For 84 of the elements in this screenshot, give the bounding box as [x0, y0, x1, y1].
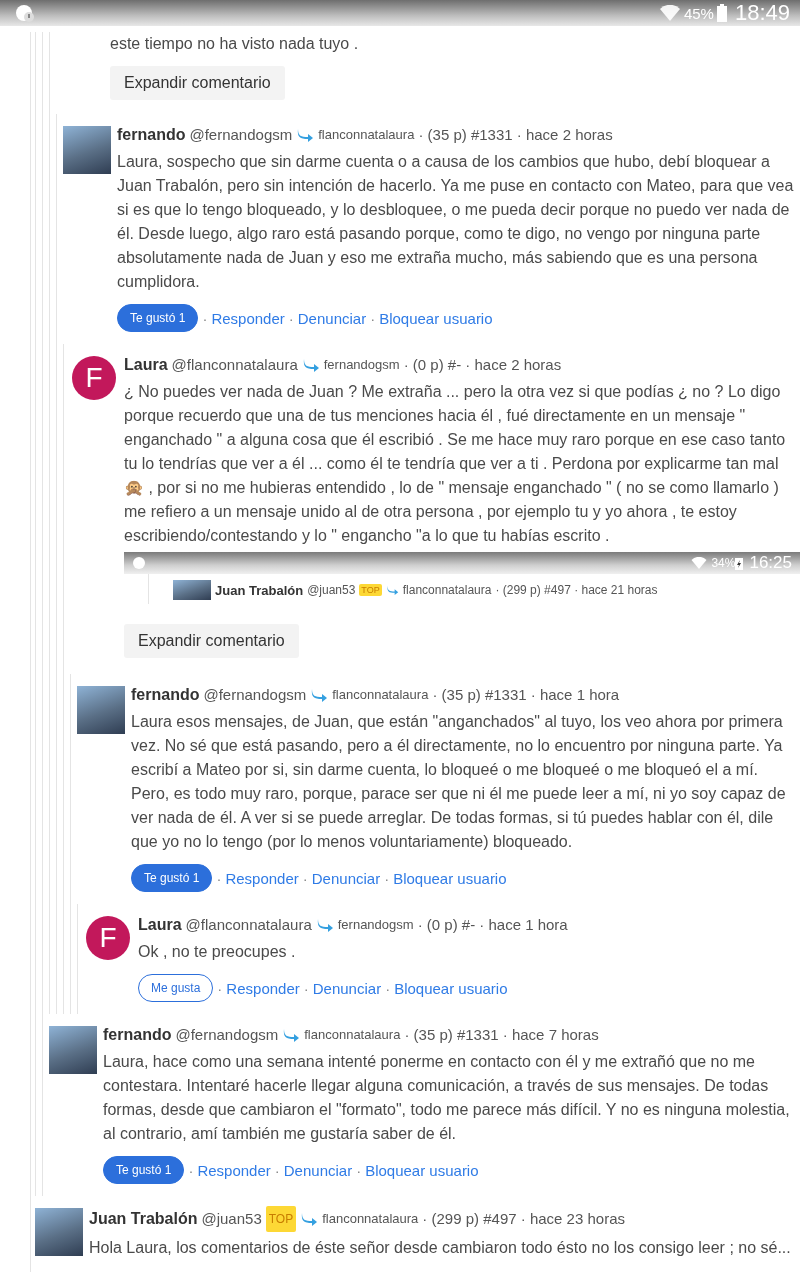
- separator-dot: ·: [356, 1161, 362, 1179]
- reply-to-user[interactable]: flanconnatalaura: [318, 124, 415, 146]
- action-link[interactable]: Bloquear usuario: [379, 309, 493, 327]
- reply-to-user[interactable]: flanconnatalaura: [322, 1208, 419, 1230]
- expand-comment-button[interactable]: Expandir comentario: [110, 66, 285, 100]
- user-handle: @juan53: [201, 1209, 262, 1229]
- user-handle: @flanconnatalaura: [185, 915, 312, 935]
- comment-meta: · (35 p) #1331 · hace 2 horas: [418, 125, 613, 145]
- comment-text: Laura, sospecho que sin darme cuenta o a causa de los cambios que hubo, debí bloquear a Juan Trabalón, pero sin intención de hacerlo. Ya me puse en contacto con Mateo, para que vea si es que lo tengo bloqueado, y lo desbloquee, o me pueda decir porque no puedo ver nada de él. Desde luego, algo raro está pasando porque, como te digo, no vengo por ninguna parte absolutamente nada de Juan y eso me extraña mucho, más sabiendo que es una persona cumplidora.: [117, 152, 795, 292]
- like-button[interactable]: Me gusta: [138, 974, 214, 1002]
- user-handle: @juan53: [307, 583, 356, 597]
- avatar-photo: [173, 580, 211, 600]
- avatar-photo: [49, 1026, 97, 1074]
- separator-dot: ·: [274, 1161, 280, 1179]
- notification-icon: [132, 556, 148, 570]
- reply-to-user[interactable]: fernandogsm: [337, 914, 414, 936]
- action-link[interactable]: Responder: [226, 979, 300, 997]
- action-link[interactable]: Bloquear usuario: [393, 869, 507, 887]
- battery-icon: [716, 4, 727, 22]
- comment-meta: · (299 p) #497 · hace 21 horas: [495, 583, 658, 597]
- separator-dot: ·: [303, 979, 309, 997]
- user-handle: @fernandogsm: [203, 685, 307, 705]
- action-link[interactable]: Denunciar: [312, 979, 382, 997]
- clock-time: 16:25: [749, 553, 792, 573]
- author-name[interactable]: Laura: [138, 914, 182, 936]
- separator-dot: ·: [302, 869, 308, 887]
- user-handle: @flanconnatalaura: [171, 355, 298, 375]
- letter-avatar: F: [86, 916, 130, 960]
- user-handle: @fernandogsm: [189, 125, 293, 145]
- clock-time: 18:49: [734, 0, 790, 26]
- separator-dot: ·: [288, 309, 294, 327]
- comment-text: Laura, hace como una semana intenté ponerme en contacto con él y me extrañó que no me contestara. Intentaré hacerle llegar alguna comunicación, a través de sus mensajes. De todas formas, desde que cambiaron el "formato", todo me parece más difícil. Y no es ninguna molestia, al contrario, amí también me gustaría saber de él.: [103, 1052, 791, 1144]
- like-button[interactable]: Te gustó 1: [131, 864, 213, 892]
- separator-dot: ·: [384, 869, 390, 887]
- comment-meta: · (35 p) #1331 · hace 7 horas: [404, 1025, 599, 1045]
- action-link[interactable]: Denunciar: [297, 309, 367, 327]
- separator-dot: ·: [216, 869, 222, 887]
- user-handle: @fernandogsm: [175, 1025, 279, 1045]
- top-badge: TOP: [359, 584, 382, 596]
- notification-icon: [14, 3, 36, 23]
- top-badge: TOP: [265, 1206, 297, 1232]
- action-link[interactable]: Responder: [197, 1161, 271, 1179]
- action-link[interactable]: Responder: [225, 869, 299, 887]
- comment-text: Hola Laura, los comentarios de éste señor desde cambiaron todo ésto no los consigo leer ; no sé...: [89, 1238, 792, 1258]
- separator-dot: ·: [217, 979, 223, 997]
- battery-charging-icon: [735, 556, 744, 570]
- comment-text: Ok , no te preocupes .: [138, 942, 297, 962]
- avatar-photo: [35, 1208, 83, 1256]
- avatar-photo: [77, 686, 125, 734]
- reply-to-user[interactable]: flanconnatalaura: [332, 684, 429, 706]
- comment-meta: · (35 p) #1331 · hace 1 hora: [432, 685, 620, 705]
- comment-text: Laura esos mensajes, de Juan, que están "anganchados" al tuyo, los veo ahora por primera vez. No sé que está pasando, pero a él directamente, no lo encuentro por ninguna parte. Ya escribí a Mateo por si, sin darme cuenta, lo bloqueé o me bloqueé o me bloqueó el a mí. Pero, es todo muy raro, porque, parace ser que ni él me puede leer a mí, ni yo soy capaz de ver nada de él. A ver si se puede arreglar. De todas formas, si tú puedes hablar con él, dile que yo no lo tengo (por lo menos voluntariamente) bloqueado.: [131, 712, 787, 852]
- action-link[interactable]: Bloquear usuario: [394, 979, 508, 997]
- author-name: Juan Trabalón: [215, 582, 304, 598]
- action-link[interactable]: Bloquear usuario: [365, 1161, 479, 1179]
- avatar-photo: [63, 126, 111, 174]
- separator-dot: ·: [385, 979, 391, 997]
- reply-to-user[interactable]: fernandogsm: [323, 354, 400, 376]
- comment-meta: · (299 p) #497 · hace 23 horas: [422, 1209, 625, 1229]
- action-link[interactable]: Responder: [211, 309, 285, 327]
- author-name[interactable]: Laura: [124, 354, 168, 376]
- letter-avatar: F: [72, 356, 116, 400]
- comment-meta: · (0 p) #- · hace 1 hora: [417, 915, 568, 935]
- author-name[interactable]: Juan Trabalón: [89, 1208, 198, 1230]
- author-name[interactable]: fernando: [117, 124, 186, 146]
- action-link[interactable]: Denunciar: [311, 869, 381, 887]
- battery-percent: 45%: [683, 4, 714, 22]
- action-link[interactable]: Denunciar: [283, 1161, 353, 1179]
- author-name[interactable]: fernando: [131, 684, 200, 706]
- wifi-icon: [691, 557, 708, 569]
- separator-dot: ·: [202, 309, 208, 327]
- comment-meta: · (0 p) #- · hace 2 horas: [403, 355, 562, 375]
- reply-to-user: flanconnatalaura: [402, 583, 492, 597]
- like-button[interactable]: Te gustó 1: [103, 1156, 185, 1184]
- separator-dot: ·: [370, 309, 376, 327]
- separator-dot: ·: [188, 1161, 194, 1179]
- comment-text: este tiempo no ha visto nada tuyo .: [110, 34, 360, 54]
- comment-text: ¿ No puedes ver nada de Juan ? Me extraña ... pero la otra vez si que podías ¿ no ? Lo digo porque recuerdo que una de tus menciones hacia él , fué directamente en un mensaje " enganchado " a alguna cosa que él escribió . Se me hace muy raro porque en ese caso tanto tu lo tendrías que ver a él ... como él te tendría que ver a ti . Perdona por explicarme tan mal 🙊 , por si no me hubieras entendido , lo de " mensaje enganchado " ( no se como llamarlo ) me refiero a un mensaje unido al de otra persona , por ejemplo tu y yo ahora , te estoy escribiendo/contestando y lo " engancho "a lo que tu habías escrito .: [124, 382, 787, 546]
- reply-to-user[interactable]: flanconnatalaura: [304, 1024, 401, 1046]
- author-name[interactable]: fernando: [103, 1024, 172, 1046]
- expand-comment-button[interactable]: Expandir comentario: [124, 624, 299, 658]
- like-button[interactable]: Te gustó 1: [117, 304, 199, 332]
- wifi-icon: [659, 5, 680, 21]
- battery-percent: 34%: [711, 556, 736, 570]
